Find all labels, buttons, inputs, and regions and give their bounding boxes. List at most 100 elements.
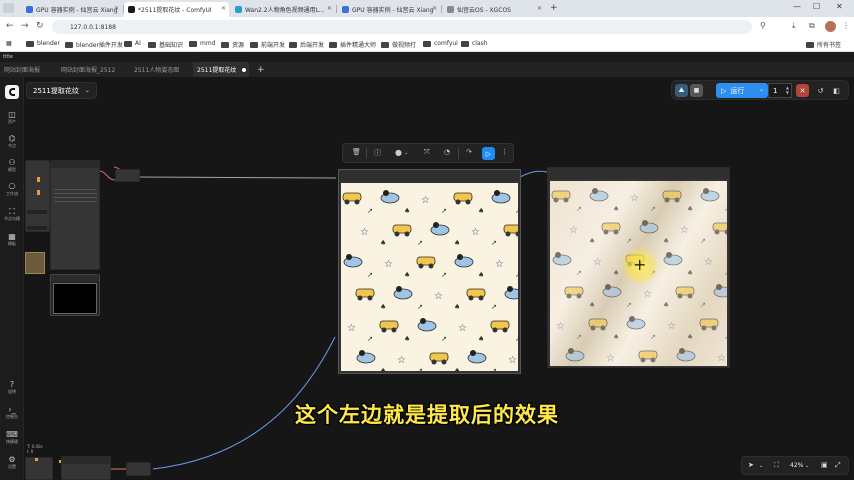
browser-tab-3[interactable]: Wan2.2人物角色视频通用L... ✕ (231, 2, 335, 17)
add-workflow-tab-button[interactable]: + (253, 62, 267, 77)
chevron-down-icon[interactable]: ⌄ (404, 150, 408, 156)
node-widget (27, 210, 47, 214)
sidebar-item-settings[interactable]: ⚙ 设置 (0, 455, 24, 470)
sidebar-item-assets[interactable]: ◫ 资产 (0, 110, 24, 125)
preview-image-node-left[interactable]: ↗♠☆↗♠↗☆♠↗♠☆↗♠↗☆♠↗♠☆↗♠↗☆♠↗♠☆↗♠↗☆♠↗♠☆↗♠↗☆♠ (338, 169, 521, 374)
sidebar-item-shortcuts[interactable]: ⌨ 快捷键 (0, 430, 24, 445)
bookmark-item[interactable]: blender插件开发 (65, 40, 123, 49)
zoom-level[interactable]: 42% (790, 462, 803, 469)
select-pointer-icon[interactable]: ➤ (748, 461, 754, 469)
workflow-tab[interactable]: 网站封面海报 (0, 62, 56, 77)
sidebar-item-node-library[interactable]: ⛶ 节点与模 (0, 207, 24, 222)
browser-tab-1[interactable]: GPU 容器实例 - 仙宫云 Xiang ✕ (22, 2, 122, 17)
bypass-icon[interactable]: ◔ (444, 148, 450, 156)
maximize-icon[interactable]: ☐ (813, 2, 820, 11)
reload-icon[interactable]: ↻ (36, 21, 44, 31)
sidebar-item-templates[interactable]: ▦ 模板 (0, 232, 24, 247)
panel-toggle-icon[interactable]: ◧ (830, 84, 843, 97)
chevron-down-icon[interactable]: ⌄ (759, 86, 764, 93)
close-icon[interactable]: ✕ (221, 5, 226, 12)
avatar[interactable] (825, 21, 836, 32)
bookmark-item[interactable]: AI (124, 40, 141, 47)
sidebar-item-label: 资产 (8, 119, 16, 124)
bookmark-item[interactable]: mmd (189, 40, 216, 47)
decode-node[interactable] (61, 456, 111, 480)
sidebar-item-nodes[interactable]: ⌬ 节点 (0, 134, 24, 149)
fit-icon[interactable]: ⤧ (424, 148, 430, 157)
sidebar-item-models[interactable]: ⚇ 模型 (0, 158, 24, 173)
pattern-motif: ☆↗ (471, 227, 497, 247)
batch-count-input[interactable]: 1 ▲ ▼ (768, 83, 792, 98)
partial-node[interactable] (25, 160, 50, 232)
close-icon[interactable]: ✕ (432, 5, 437, 12)
browser-tab-5[interactable]: 仙宫云OS - XGCOS ✕ (443, 2, 545, 17)
window-close-icon[interactable]: ✕ (836, 2, 843, 11)
trash-icon[interactable]: 🗑 (352, 148, 361, 156)
minimize-icon[interactable]: — (793, 2, 801, 11)
comfy-logo-icon[interactable] (5, 85, 19, 99)
sidebar-item-workflows[interactable]: ⎔ 工作流 (0, 182, 24, 197)
bookmark-item[interactable]: 后端开发 (289, 40, 324, 49)
folder-icon (65, 41, 73, 48)
load-node[interactable] (50, 160, 100, 270)
workflow-name-button[interactable]: 2511提取花纹 ⌄ (26, 82, 97, 99)
workflow-tab-active[interactable]: 2511提取花纹 (193, 62, 249, 77)
pattern-motif: ☆♠ (667, 321, 693, 341)
new-tab-button[interactable]: + (550, 3, 558, 13)
fit-view-icon[interactable]: ⛶ (774, 461, 779, 470)
close-icon[interactable]: ✕ (537, 5, 542, 12)
url-input[interactable]: 127.0.0.1:8188 (52, 20, 752, 34)
redo-icon[interactable]: ↷ (466, 148, 472, 156)
pattern-motif: ↗ (342, 192, 373, 215)
bookmark-item[interactable]: 基础知识 (148, 40, 183, 49)
minimap-icon[interactable]: ▣ (821, 461, 828, 469)
pattern-motif: ♠ (430, 222, 460, 247)
menu-icon[interactable]: ⋮ (842, 21, 850, 30)
download-icon[interactable]: ⤓ (792, 21, 796, 31)
bookmark-item[interactable]: comfyui (423, 40, 458, 47)
browser-tab-2[interactable]: *2511提取花纹 - ComfyUI ✕ (124, 2, 229, 17)
bookmark-item[interactable]: 做视频打 (381, 40, 416, 49)
more-icon[interactable]: ⋮ (501, 148, 508, 156)
history-icon[interactable]: ↺ (814, 84, 827, 97)
reroute-node[interactable] (115, 169, 140, 182)
bookmark-item[interactable]: clash (461, 40, 488, 47)
extensions-icon[interactable]: ⧉ (809, 21, 815, 31)
apps-icon[interactable]: ▦ (6, 40, 12, 47)
cancel-icon[interactable]: ✕ (796, 84, 809, 97)
all-bookmarks[interactable]: 所有书签 (806, 40, 841, 49)
stepper-icon[interactable]: ▲ ▼ (786, 85, 789, 95)
reroute-node[interactable] (126, 462, 151, 476)
workflow-tab[interactable]: 2511人物姿态图 (130, 62, 192, 77)
keyboard-icon: ⌨ (6, 430, 18, 439)
folder-icon (26, 40, 34, 47)
partial-node[interactable] (25, 457, 53, 480)
bookmark-item[interactable]: 资源 (221, 40, 244, 49)
sidebar-item-label: 设置 (8, 464, 16, 469)
stop-mode-icon[interactable]: ■ (690, 84, 703, 97)
chevron-down-icon[interactable]: ⌄ (805, 463, 809, 469)
browser-tab-4[interactable]: GPU 容器实例 - 仙宫云 Xiang ✕ (338, 2, 440, 17)
workflow-tab[interactable]: 网站封面海报_2512 (57, 62, 129, 77)
pattern-motif: ♠ (663, 252, 693, 277)
run-node-icon[interactable]: ▷ (482, 147, 495, 160)
run-button[interactable]: ▷ 运行 ⌄ (716, 83, 768, 98)
info-icon[interactable]: ⓘ (374, 148, 381, 158)
queue-mode-icon[interactable]: ⛰ (675, 84, 688, 97)
forward-icon[interactable]: → (21, 21, 29, 31)
tab-search-icon[interactable] (3, 3, 14, 13)
bookmark-item[interactable]: blender (26, 40, 60, 47)
translate-icon[interactable]: ⚲ (760, 21, 766, 30)
svg-text:☆: ☆ (569, 225, 578, 236)
close-icon[interactable]: ✕ (327, 5, 332, 12)
close-icon[interactable]: ✕ (114, 5, 119, 12)
color-icon[interactable]: ● (395, 148, 402, 157)
image-node[interactable] (50, 274, 100, 316)
bookmark-item[interactable]: 前端开发 (250, 40, 285, 49)
source-image-node-right[interactable]: ↗♠☆↗♠↗☆♠↗♠☆↗♠↗☆♠↗♠☆↗♠↗☆♠↗♠☆↗♠↗☆♠↗♠☆↗♠↗☆♠… (547, 167, 730, 368)
back-icon[interactable]: ← (6, 21, 14, 31)
chevron-down-icon[interactable]: ⌄ (759, 463, 763, 469)
link-visibility-icon[interactable]: ⤢ (835, 461, 841, 470)
bookmark-item[interactable]: 插件精通大师 (329, 40, 376, 49)
sidebar-item-help[interactable]: ? 说明 (0, 380, 24, 395)
